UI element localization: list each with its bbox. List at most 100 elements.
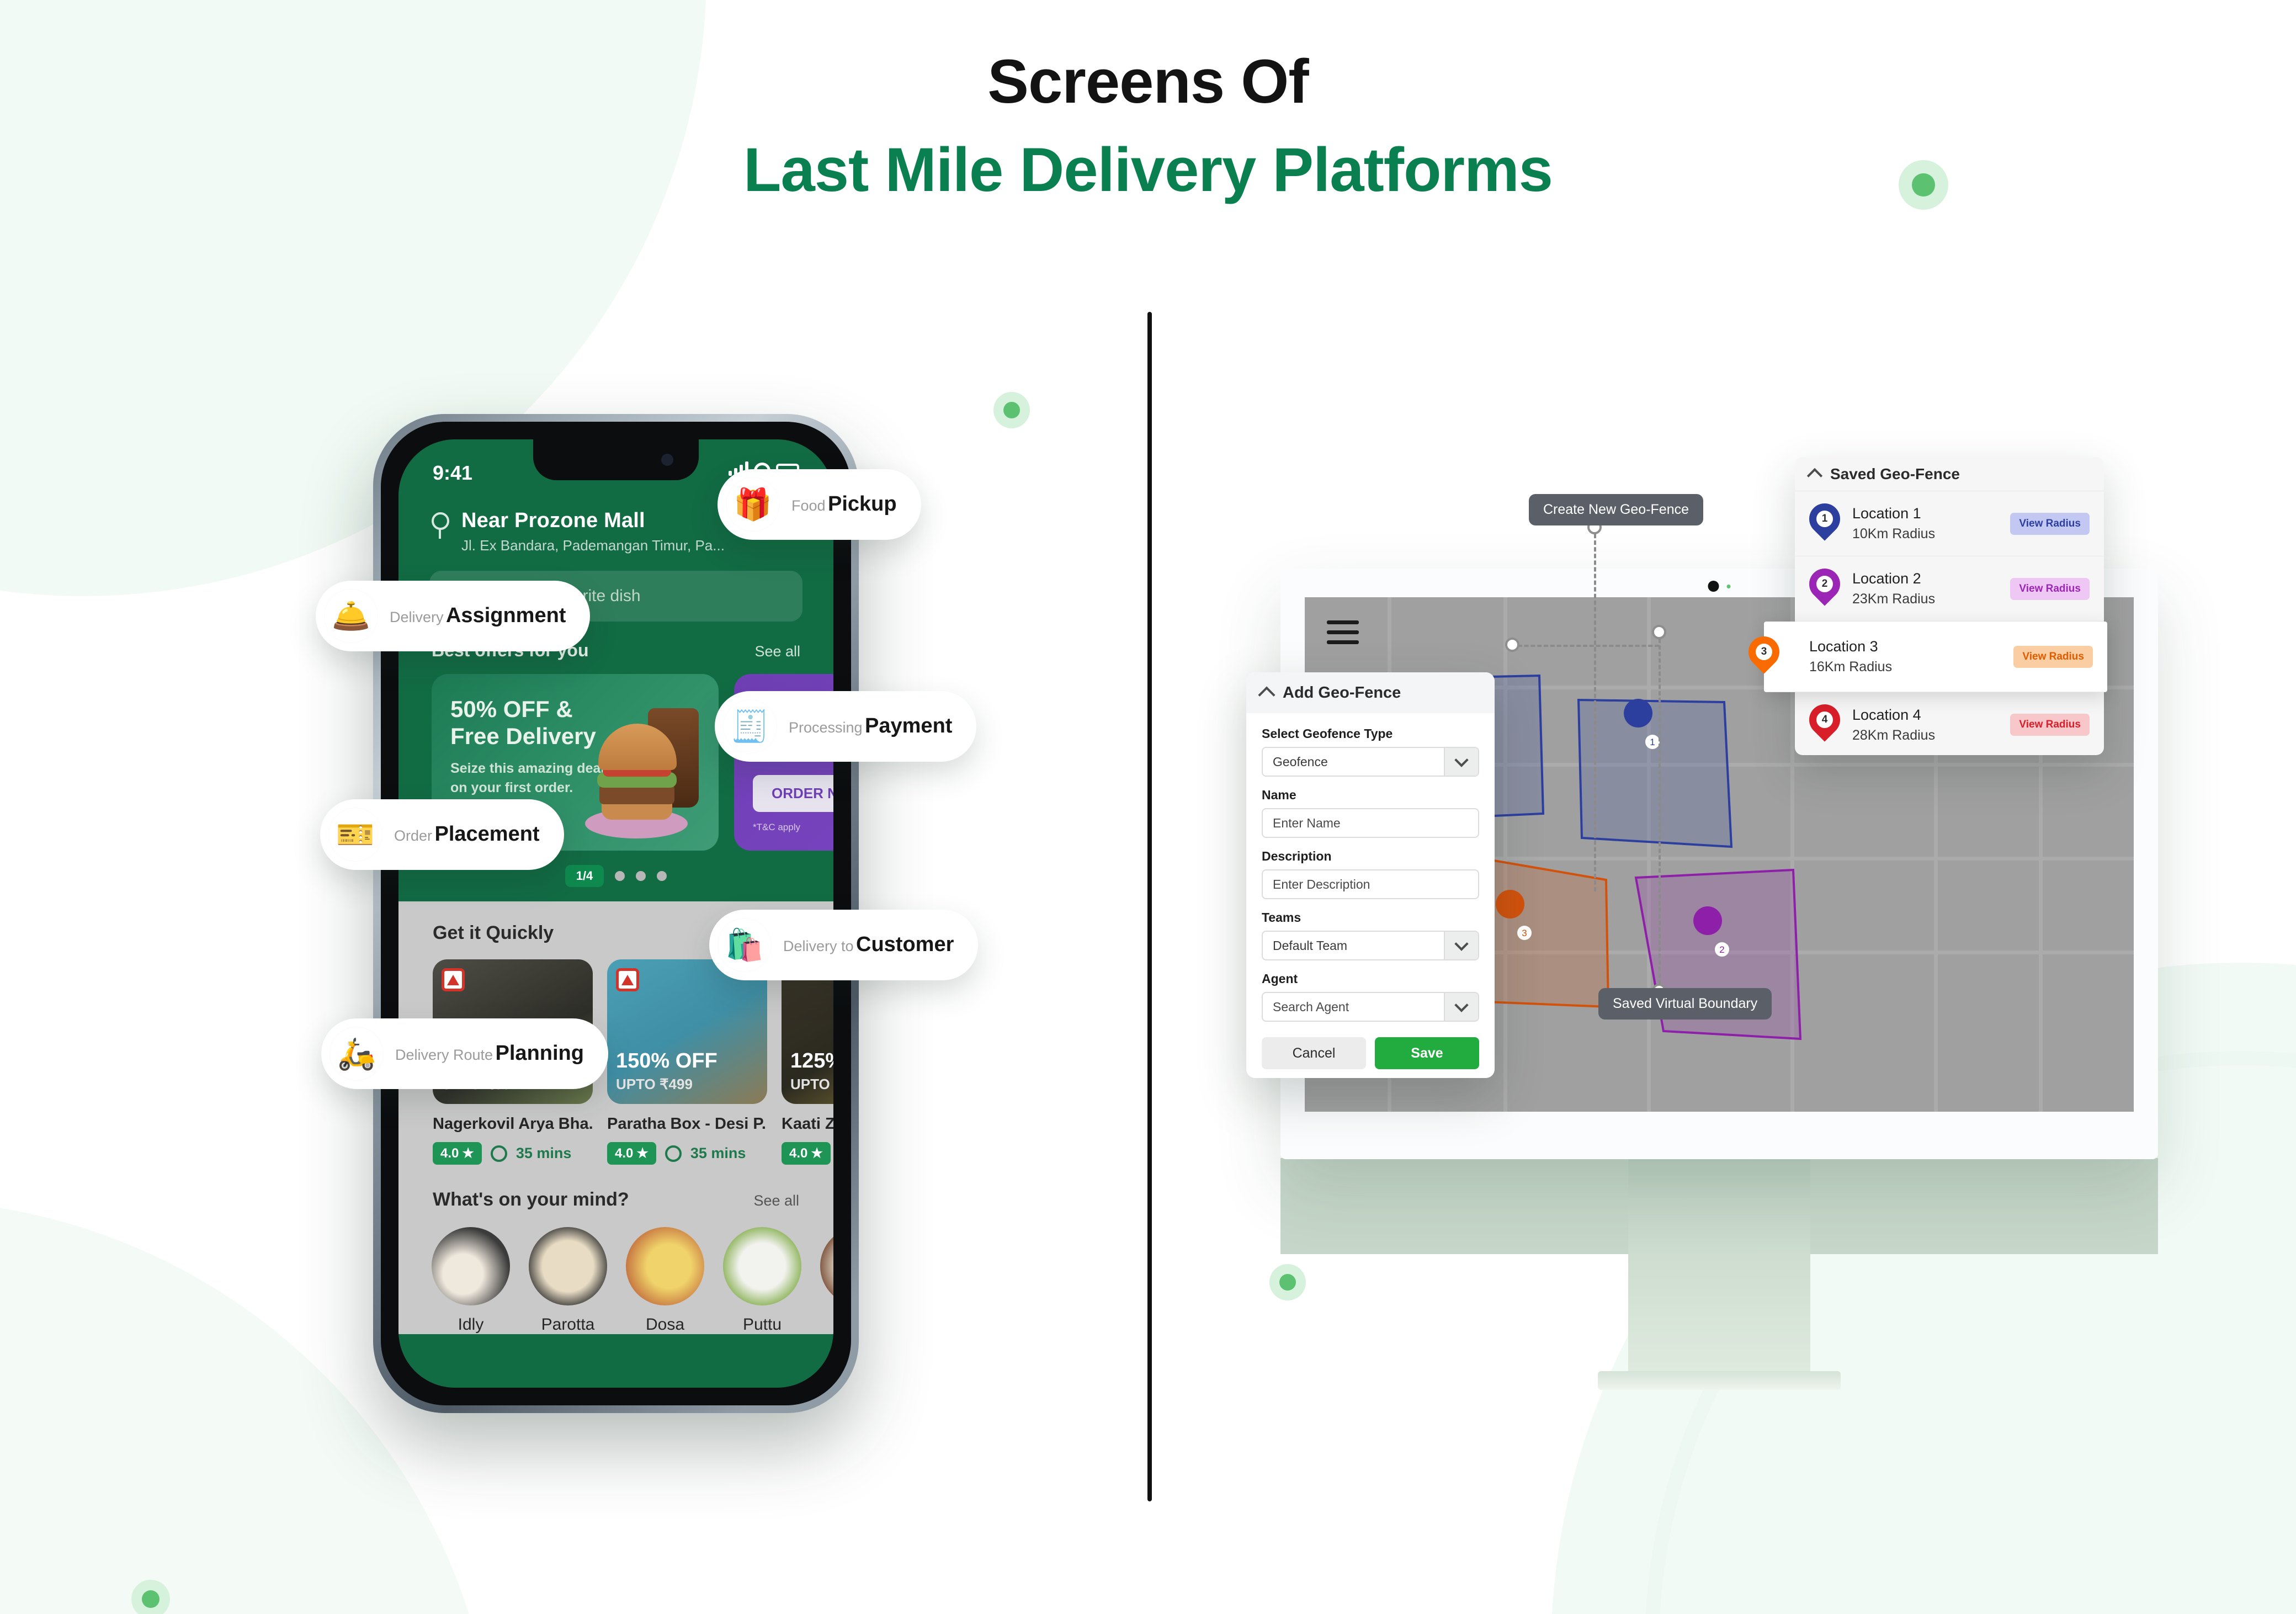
saved-geofence-header[interactable]: Saved Geo-Fence	[1795, 457, 2104, 491]
restaurant-name: Paratha Box - Desi P...	[607, 1115, 767, 1133]
location-name: Location 4	[1852, 706, 1921, 723]
front-camera-icon	[661, 454, 673, 466]
carousel-dot[interactable]	[657, 871, 667, 881]
restaurant-offer: 150% OFF	[616, 1049, 718, 1073]
view-radius-button[interactable]: View Radius	[2010, 512, 2090, 535]
mind-item[interactable]: Idly	[432, 1227, 510, 1334]
mind-label: Dosa	[645, 1315, 685, 1334]
pin-number: 4	[1816, 712, 1833, 728]
location-name: Location 3	[1809, 638, 1878, 655]
svg-text:1: 1	[1650, 737, 1655, 747]
restaurant-rating: 4.0 ★	[782, 1142, 831, 1165]
chevron-down-icon[interactable]	[1444, 748, 1478, 776]
svg-text:3: 3	[1522, 928, 1527, 938]
mind-label: Puttu	[742, 1315, 782, 1334]
pill-delivery-customer[interactable]: 🛍️ Delivery to Customer	[709, 910, 979, 980]
location-radius: 16Km Radius	[1809, 659, 1893, 675]
restaurant-upto: UPTO ₹499	[616, 1076, 693, 1092]
mind-item[interactable]: Dosa	[626, 1227, 704, 1334]
dosa-image	[626, 1227, 704, 1305]
location-radius: 28Km Radius	[1852, 727, 1936, 743]
decor-dot-left-mid	[993, 392, 1030, 428]
restaurant-offer: 125% OFF	[790, 1049, 833, 1073]
tooltip-saved-boundary: Saved Virtual Boundary	[1598, 988, 1772, 1020]
pill-small-label: Order	[394, 827, 433, 845]
saved-location-row-highlighted[interactable]: 3 Location 3 16Km Radius View Radius	[1742, 622, 2107, 692]
restaurant-card[interactable]: 125% OFF UPTO ₹499 Kaati Zone... 4.0★	[782, 959, 833, 1165]
restaurant-upto: UPTO ₹499	[790, 1076, 833, 1092]
service-bell-icon: 🛎️	[325, 590, 378, 643]
mind-carousel[interactable]: Idly Parotta Dosa Puttu	[398, 1210, 833, 1334]
name-placeholder: Enter Name	[1273, 815, 1341, 830]
parotta-image	[529, 1227, 607, 1305]
mind-item[interactable]: Puttu	[723, 1227, 801, 1334]
pin-number: 3	[1756, 643, 1772, 660]
geofence-type-select[interactable]: Geofence	[1262, 747, 1479, 777]
mind-label: Parotta	[541, 1315, 595, 1334]
location-subtitle: Jl. Ex Bandara, Pademangan Timur, Pa...	[461, 537, 725, 554]
chevron-down-icon[interactable]	[1444, 993, 1478, 1021]
add-geofence-header[interactable]: Add Geo-Fence	[1246, 672, 1495, 713]
saved-geofence-panel: Saved Geo-Fence 1 Location 1 10Km Radius…	[1742, 457, 2107, 757]
connector-handle-left[interactable]	[1505, 638, 1519, 652]
map-pin-icon: 1	[1803, 496, 1847, 544]
pill-order-placement[interactable]: 🎫 Order Placement	[320, 799, 564, 870]
order-now-button[interactable]: ORDER NOW	[753, 775, 833, 812]
chevron-down-icon[interactable]	[1444, 932, 1478, 959]
carousel-dot[interactable]	[615, 871, 625, 881]
chevron-up-icon[interactable]	[1806, 468, 1823, 484]
connector-handle-right[interactable]	[1652, 625, 1666, 639]
mind-item[interactable]: Parotta	[529, 1227, 607, 1334]
description-input[interactable]: Enter Description	[1262, 869, 1479, 899]
connector-line-top	[1594, 527, 1596, 891]
mind-see-all[interactable]: See all	[753, 1192, 799, 1209]
pill-big-label: Pickup	[828, 492, 897, 516]
save-button[interactable]: Save	[1375, 1037, 1479, 1069]
location-name: Location 2	[1852, 570, 1921, 587]
mind-item[interactable]: P...	[820, 1227, 833, 1334]
burger-image	[570, 688, 708, 848]
chevron-up-icon[interactable]	[1258, 686, 1275, 704]
pill-delivery-assignment[interactable]: 🛎️ Delivery Assignment	[316, 581, 591, 651]
carousel-counter: 1/4	[565, 865, 604, 887]
mind-label: Idly	[458, 1315, 484, 1334]
pill-small-label: Delivery Route	[395, 1047, 493, 1064]
pill-processing-payment[interactable]: 🧾 Processing Payment	[715, 691, 977, 762]
map-pin-icon: 4	[1803, 698, 1847, 745]
carousel-dot[interactable]	[636, 871, 646, 881]
receipt-icon: 🧾	[724, 700, 777, 753]
best-offers-see-all[interactable]: See all	[754, 643, 800, 660]
saved-location-row[interactable]: 1 Location 1 10Km Radius View Radius	[1795, 491, 2104, 556]
agent-select[interactable]: Search Agent	[1262, 992, 1479, 1022]
teams-value: Default Team	[1273, 938, 1348, 953]
add-geofence-title: Add Geo-Fence	[1283, 683, 1401, 702]
pill-delivery-route-planning[interactable]: 🛵 Delivery Route Planning	[321, 1018, 608, 1089]
pill-small-label: Processing	[789, 719, 863, 736]
pill-big-label: Payment	[865, 714, 953, 738]
description-placeholder: Enter Description	[1273, 877, 1370, 891]
saved-location-row[interactable]: 4 Location 4 28Km Radius View Radius	[1795, 692, 2104, 757]
restaurant-time: 35 mins	[690, 1145, 746, 1161]
view-radius-button[interactable]: View Radius	[2010, 714, 2090, 736]
teams-select[interactable]: Default Team	[1262, 931, 1479, 960]
decor-dot-bottom-left	[1269, 1264, 1306, 1300]
decor-dot-bottom-edge	[131, 1580, 170, 1614]
restaurant-card[interactable]: 150% OFF UPTO ₹499 Paratha Box - Desi P.…	[607, 959, 767, 1165]
idly-image	[432, 1227, 510, 1305]
view-radius-button[interactable]: View Radius	[2010, 577, 2090, 600]
saved-location-row[interactable]: 2 Location 2 23Km Radius View Radius	[1795, 556, 2104, 622]
vertical-divider	[1147, 312, 1152, 1501]
name-input[interactable]: Enter Name	[1262, 808, 1479, 838]
quick-section-title: Get it Quickly	[433, 922, 554, 943]
location-radius: 23Km Radius	[1852, 591, 1936, 607]
add-geofence-panel: Add Geo-Fence Select Geofence Type Geofe…	[1246, 672, 1495, 1078]
restaurant-name: Kaati Zone...	[782, 1115, 833, 1133]
page-header: Screens Of Last Mile Delivery Platforms	[0, 43, 2296, 211]
cancel-button[interactable]: Cancel	[1262, 1037, 1366, 1069]
mind-section-title: What's on your mind?	[433, 1189, 629, 1210]
view-radius-button[interactable]: View Radius	[2013, 645, 2093, 668]
saved-geofence-title: Saved Geo-Fence	[1830, 465, 1960, 482]
location-radius: 10Km Radius	[1852, 526, 1936, 541]
pill-food-pickup[interactable]: 🎁 Food Pickup	[718, 469, 921, 540]
restaurant-time: 35 mins	[515, 1145, 572, 1161]
